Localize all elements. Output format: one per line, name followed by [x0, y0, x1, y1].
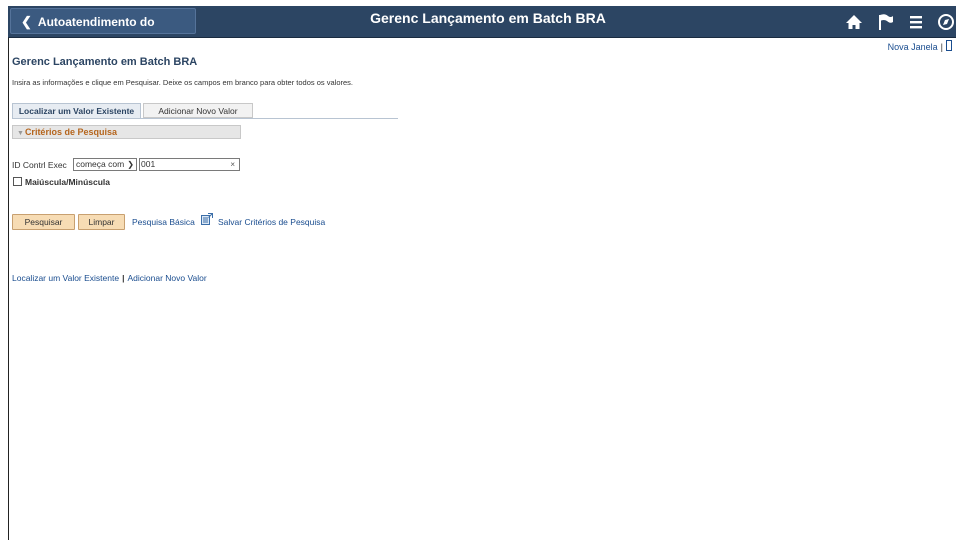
search-criteria-title: Critérios de Pesquisa	[24, 127, 117, 137]
separator: |	[940, 42, 943, 52]
operator-select[interactable]: começa com ❯	[73, 158, 137, 171]
new-window-area: Nova Janela |	[888, 40, 952, 52]
top-banner: ❮ Autoatendimento do Gerente Gerenc Lança…	[8, 6, 956, 55]
run-control-id-value: 001	[141, 159, 156, 169]
find-existing-link[interactable]: Localizar um Valor Existente	[12, 273, 119, 283]
window-frame	[0, 0, 8, 540]
flag-icon[interactable]	[876, 12, 896, 32]
back-button-label: Autoatendimento do Gerente	[21, 15, 155, 55]
new-window-link[interactable]: Nova Janela	[888, 42, 938, 52]
run-control-id-input[interactable]: 001 ×	[139, 158, 240, 171]
window-border	[8, 6, 9, 540]
bottom-links: Localizar um Valor Existente | Adicionar N…	[12, 273, 207, 283]
case-sensitive-label: Maiúscula/Minúscula	[25, 177, 111, 187]
help-icon[interactable]	[946, 40, 952, 51]
chevron-left-icon: ❮	[21, 14, 32, 29]
page-title: Gerenc Lançamento em Batch BRA	[12, 56, 198, 68]
banner-title: Gerenc Lançamento em Batch BRA	[370, 10, 606, 26]
home-icon[interactable]	[844, 12, 864, 32]
operator-value: começa com	[76, 159, 125, 169]
case-sensitive-checkbox[interactable]	[13, 177, 22, 186]
run-control-id-label: ID Contrl Exec	[12, 160, 67, 170]
clear-button[interactable]: Limpar	[78, 214, 125, 230]
clear-input-icon[interactable]: ×	[230, 159, 235, 170]
menu-icon[interactable]	[906, 12, 926, 32]
chevron-down-icon: ❯	[127, 160, 134, 169]
separator: |	[122, 273, 125, 283]
instructions-text: Insira as informações e clique em Pesqui…	[12, 78, 354, 87]
back-button[interactable]: ❮ Autoatendimento do Gerente	[10, 8, 196, 55]
navbar-icon[interactable]	[936, 12, 956, 32]
tab-divider	[12, 118, 398, 119]
search-criteria-header[interactable]: ▼Critérios de Pesquisa	[12, 125, 241, 139]
add-new-link[interactable]: Adicionar Novo Valor	[127, 273, 206, 283]
save-criteria-icon[interactable]	[201, 213, 213, 225]
basic-search-link[interactable]: Pesquisa Básica	[132, 217, 195, 227]
search-button[interactable]: Pesquisar	[12, 214, 75, 230]
tab-add-new[interactable]: Adicionar Novo Valor	[143, 103, 253, 118]
save-criteria-link[interactable]: Salvar Critérios de Pesquisa	[218, 217, 325, 227]
tab-find-existing[interactable]: Localizar um Valor Existente	[12, 103, 141, 118]
collapse-triangle-icon: ▼	[17, 130, 24, 137]
